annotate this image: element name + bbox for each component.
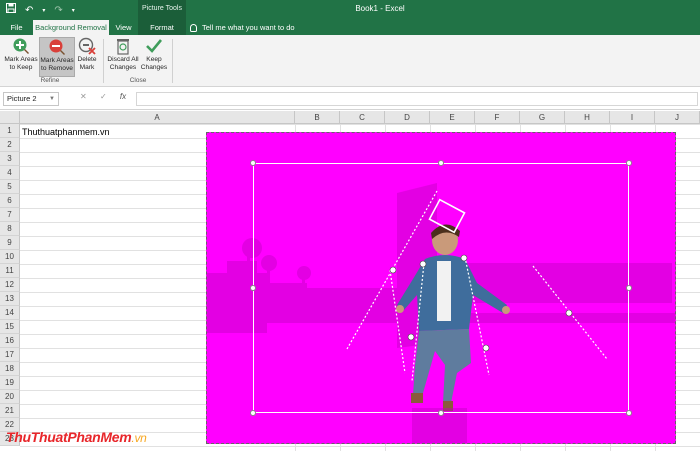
row-header[interactable]: 5 [0, 180, 20, 194]
delete-mark-button[interactable]: Delete Mark [76, 37, 98, 77]
background-removal-picture[interactable] [206, 132, 676, 444]
column-header-h[interactable]: H [565, 111, 610, 124]
document-title: Book1 - Excel [355, 4, 405, 13]
lightbulb-icon [190, 24, 197, 33]
site-watermark: ThuThuatPhanMem.vn [6, 429, 147, 445]
column-header-f[interactable]: F [475, 111, 520, 124]
resize-handle[interactable] [626, 160, 632, 166]
mark-areas-to-remove-button[interactable]: Mark Areas to Remove [39, 37, 75, 77]
checkmark-icon [145, 37, 163, 55]
select-all-corner[interactable] [0, 111, 20, 124]
row-header[interactable]: 16 [0, 334, 20, 348]
trash-icon [114, 37, 132, 55]
formula-bar: Picture 2 ▼ ✕ ✓ fx [0, 88, 700, 110]
tab-view[interactable]: View [109, 20, 138, 35]
keep-changes-button[interactable]: Keep Changes [140, 37, 168, 77]
row-header[interactable]: 6 [0, 194, 20, 208]
formula-bar-icons: ✕ ✓ fx [80, 92, 137, 101]
row-header[interactable]: 19 [0, 376, 20, 390]
row-header[interactable]: 7 [0, 208, 20, 222]
worksheet-grid: A B C D E F G H I J 1 2 3 4 5 6 7 8 9 10… [0, 111, 700, 451]
tell-me-text: Tell me what you want to do [202, 23, 295, 32]
watermark-part1: Thu [6, 429, 31, 445]
resize-handle[interactable] [250, 285, 256, 291]
keep-label-line1: Keep [146, 56, 162, 63]
insert-function-icon[interactable]: fx [120, 92, 126, 101]
tab-background-removal[interactable]: Background Removal [33, 20, 109, 35]
watermark-part2: ThuatPhanMem [30, 429, 132, 445]
cancel-icon[interactable]: ✕ [80, 92, 87, 101]
mark-areas-to-keep-button[interactable]: Mark Areas to Keep [3, 37, 39, 77]
row-header[interactable]: 20 [0, 390, 20, 404]
column-header-i[interactable]: I [610, 111, 655, 124]
row-header[interactable]: 15 [0, 320, 20, 334]
row-header[interactable]: 21 [0, 404, 20, 418]
row-header[interactable]: 18 [0, 362, 20, 376]
resize-handle[interactable] [626, 410, 632, 416]
enter-icon[interactable]: ✓ [100, 92, 107, 101]
row-header[interactable]: 11 [0, 264, 20, 278]
row-header[interactable]: 2 [0, 138, 20, 152]
row-header[interactable]: 4 [0, 166, 20, 180]
cell-a1[interactable]: Thuthuatphanmem.vn [22, 125, 110, 139]
column-header-g[interactable]: G [520, 111, 565, 124]
keep-area-marquee[interactable] [253, 163, 629, 413]
row-header[interactable]: 3 [0, 152, 20, 166]
resize-handle[interactable] [250, 410, 256, 416]
mark-keep-label-line1: Mark Areas [4, 56, 38, 63]
column-header-c[interactable]: C [340, 111, 385, 124]
column-header-a[interactable]: A [20, 111, 295, 124]
delete-mark-label-line2: Mark [79, 64, 95, 71]
resize-handle[interactable] [438, 410, 444, 416]
row-header[interactable]: 13 [0, 292, 20, 306]
column-header-j[interactable]: J [655, 111, 700, 124]
keep-label-line2: Changes [140, 64, 168, 71]
chevron-down-icon[interactable]: ▼ [49, 93, 55, 105]
row-header[interactable]: 12 [0, 278, 20, 292]
resize-handle[interactable] [626, 285, 632, 291]
row-header[interactable]: 10 [0, 250, 20, 264]
delete-mark-icon [78, 37, 96, 55]
ribbon-separator [103, 39, 104, 83]
resize-handle[interactable] [250, 160, 256, 166]
ribbon-tabs: File Background Removal View Format Tell… [0, 20, 700, 35]
row-header[interactable]: 1 [0, 124, 20, 138]
column-header-e[interactable]: E [430, 111, 475, 124]
row-header[interactable]: 8 [0, 222, 20, 236]
mark-remove-label-line1: Mark Areas [40, 57, 74, 64]
tab-format[interactable]: Format [138, 20, 186, 35]
mark-keep-label-line2: to Keep [9, 64, 33, 71]
discard-label-line1: Discard All [107, 56, 139, 63]
column-header-b[interactable]: B [295, 111, 340, 124]
minus-pencil-icon [48, 38, 66, 56]
name-box[interactable]: Picture 2 ▼ [3, 92, 59, 106]
tab-file[interactable]: File [0, 20, 33, 35]
resize-handle[interactable] [438, 160, 444, 166]
name-box-value: Picture 2 [7, 94, 37, 103]
column-header-d[interactable]: D [385, 111, 430, 124]
ribbon: Mark Areas to Keep Mark Areas to Remove … [0, 35, 700, 87]
discard-all-changes-button[interactable]: Discard All Changes [106, 37, 140, 77]
title-bar: ↶ ▾ ↷ ▾ Picture Tools Book1 - Excel [0, 0, 700, 20]
formula-input[interactable] [136, 92, 698, 106]
plus-pencil-icon [12, 37, 30, 55]
group-refine-label: Refine [40, 77, 60, 84]
group-close-label: Close [129, 77, 147, 84]
delete-mark-label-line1: Delete [77, 56, 97, 63]
tell-me-box[interactable]: Tell me what you want to do [190, 20, 295, 35]
discard-label-line2: Changes [109, 64, 137, 71]
row-header[interactable]: 14 [0, 306, 20, 320]
watermark-part3: .vn [131, 431, 147, 445]
row-header[interactable]: 9 [0, 236, 20, 250]
mark-remove-label-line2: to Remove [41, 65, 73, 72]
ribbon-separator [172, 39, 173, 83]
row-header[interactable]: 17 [0, 348, 20, 362]
